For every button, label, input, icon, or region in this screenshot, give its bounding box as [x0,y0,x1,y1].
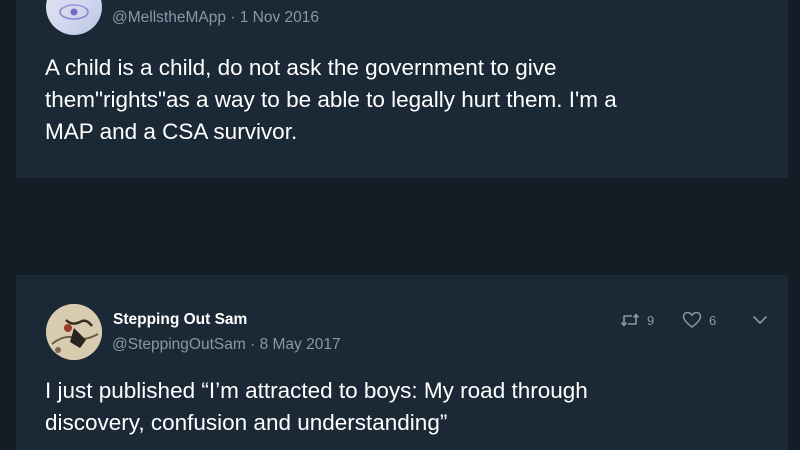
avatar[interactable] [46,304,102,360]
retweet-icon [620,313,640,327]
tweet-meta: @MellstheMApp · 1 Nov 2016 [112,9,319,27]
tweet-text: A child is a child, do not ask the gover… [45,55,617,144]
separator: · [230,9,236,26]
like-button[interactable]: 6 [682,311,752,329]
more-options-button[interactable] [752,314,768,326]
tweet-date[interactable]: 8 May 2017 [260,336,341,353]
display-name[interactable]: Stepping Out Sam [113,311,247,329]
retweet-count: 9 [647,312,655,328]
tweet-actions: 9 6 [620,309,768,331]
heart-icon [682,311,702,328]
user-handle[interactable]: @SteppingOutSam [112,336,246,353]
avatar-image [46,304,102,360]
retweet-button[interactable]: 9 [620,312,682,328]
user-handle[interactable]: @MellstheMApp [112,9,226,26]
tweet-card[interactable]: @MellstheMApp · 1 Nov 2016 A child is a … [16,0,788,178]
tweet-feed: @MellstheMApp · 1 Nov 2016 A child is a … [0,0,800,450]
separator: · [250,336,256,353]
tweet-meta: @SteppingOutSam · 8 May 2017 [112,336,341,354]
like-count: 6 [709,312,717,328]
avatar[interactable] [46,0,102,35]
avatar-image [59,4,89,20]
tweet-text: I just published “I’m attracted to boys:… [45,378,588,435]
tweet-date[interactable]: 1 Nov 2016 [240,9,319,26]
chevron-down-icon [753,316,767,324]
